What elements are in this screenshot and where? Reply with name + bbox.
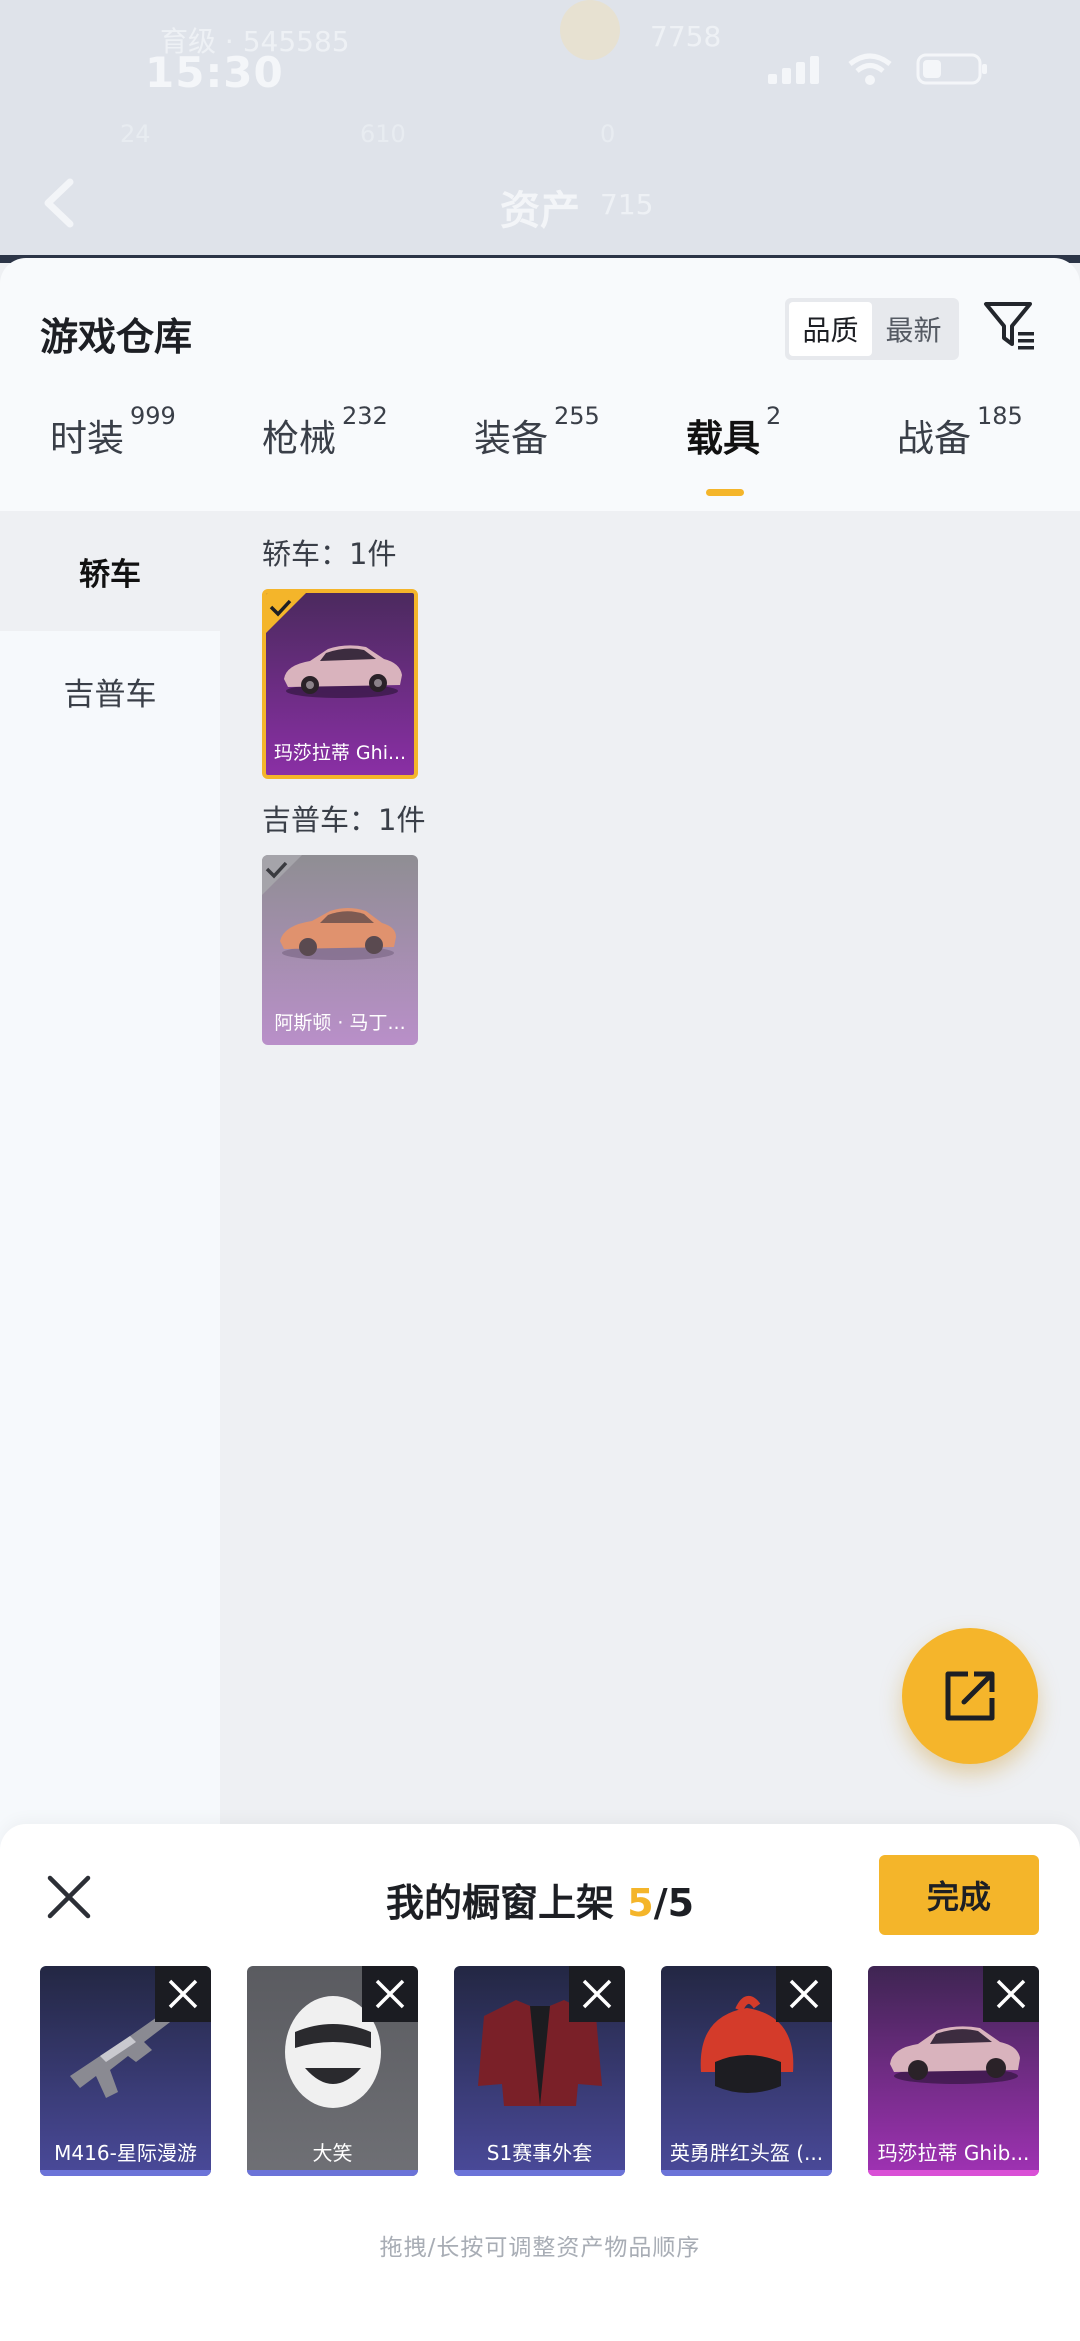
slot-name: M416-星际漫游: [54, 2141, 197, 2165]
rarity-bar: [40, 2170, 211, 2176]
reorder-hint: 拖拽/长按可调整资产物品顺序: [379, 2235, 701, 2261]
remove-slot-button[interactable]: [569, 1966, 625, 2022]
tab-label: 时装: [50, 417, 124, 460]
rarity-bar: [661, 2170, 832, 2176]
close-icon: [582, 1979, 612, 2009]
showcase-slot[interactable]: S1赛事外套: [454, 1966, 625, 2176]
tab-outfit[interactable]: 时装999: [50, 402, 176, 462]
tab-label: 枪械: [262, 417, 336, 460]
tab-equipment[interactable]: 装备255: [474, 402, 600, 462]
bg-stat: 0: [600, 120, 616, 148]
group-label-jeep: 吉普车：1件: [262, 803, 426, 837]
card-name: 阿斯顿 · 马丁...: [274, 1012, 406, 1034]
rarity-bar: [868, 2170, 1039, 2176]
sort-newest-option[interactable]: 最新: [872, 302, 955, 356]
tab-count: 2: [766, 402, 782, 430]
showcase-slot[interactable]: 大笑: [247, 1966, 418, 2176]
category-tabs: 时装999 枪械232 装备255 载具2 战备185: [0, 398, 1080, 488]
car-icon: [280, 908, 396, 960]
close-icon: [168, 1979, 198, 2009]
remove-slot-button[interactable]: [362, 1966, 418, 2022]
bg-stat: 610: [360, 120, 406, 148]
signal-icon: [768, 56, 819, 84]
active-tab-indicator: [706, 489, 744, 496]
showcase-slot[interactable]: 玛莎拉蒂 Ghib...: [868, 1966, 1039, 2176]
wifi-icon: [848, 53, 892, 85]
back-arrow-icon[interactable]: [40, 178, 80, 228]
sidebar-item-sedan[interactable]: 轿车: [0, 511, 220, 631]
remove-slot-button[interactable]: [983, 1966, 1039, 2022]
showcase-slots: M416-星际漫游 大笑 S1赛事外套 英勇胖红头盔 (... 玛莎拉蒂 Ghi…: [0, 1966, 1080, 2176]
rarity-bar: [454, 2170, 625, 2176]
status-time: 15:30: [145, 48, 284, 97]
card-name: 玛莎拉蒂 Ghi...: [273, 742, 407, 764]
slot-name: 玛莎拉蒂 Ghib...: [877, 2141, 1030, 2165]
showcase-slot[interactable]: M416-星际漫游: [40, 1966, 211, 2176]
slot-name: 英勇胖红头盔 (...: [669, 2141, 824, 2165]
status-top-right: 7758: [650, 20, 722, 53]
background-app-header: 育级 · 545585 7758 15:30 24 610 0 资产 715: [0, 0, 1080, 262]
slot-name: 大笑: [312, 2141, 353, 2165]
showcase-title-text: 我的橱窗上架: [385, 1881, 614, 1925]
done-button[interactable]: 完成: [879, 1855, 1039, 1935]
vehicle-card[interactable]: 玛莎拉蒂 Ghi...: [262, 589, 418, 779]
tab-vehicles[interactable]: 载具2: [686, 402, 781, 462]
showcase-slot[interactable]: 英勇胖红头盔 (...: [661, 1966, 832, 2176]
tab-combat-gear[interactable]: 战备185: [897, 402, 1023, 462]
tab-weapons[interactable]: 枪械232: [262, 402, 388, 462]
battery-icon: [916, 53, 987, 85]
remove-slot-button[interactable]: [776, 1966, 832, 2022]
slot-name: S1赛事外套: [486, 2141, 593, 2165]
vehicle-card[interactable]: 阿斯顿 · 马丁...: [262, 855, 418, 1045]
remove-slot-button[interactable]: [155, 1966, 211, 2022]
share-external-icon: [945, 1671, 995, 1721]
status-icons: [768, 52, 990, 86]
showcase-count-total: /5: [653, 1881, 695, 1925]
rarity-bar: [247, 2170, 418, 2176]
bg-stat: 24: [120, 120, 151, 148]
tab-label: 装备: [474, 417, 548, 460]
close-icon: [996, 1979, 1026, 2009]
tab-count: 185: [977, 402, 1023, 430]
bg-page-title: 资产: [500, 188, 580, 234]
tab-label: 战备: [897, 417, 971, 460]
close-icon: [375, 1979, 405, 2009]
sidebar-item-jeep[interactable]: 吉普车: [0, 631, 220, 751]
sheet-title: 游戏仓库: [40, 315, 193, 359]
filter-icon[interactable]: [982, 298, 1038, 354]
tab-count: 232: [342, 402, 388, 430]
avatar-blur: [560, 0, 620, 60]
sort-quality-option[interactable]: 品质: [789, 302, 872, 356]
close-icon: [789, 1979, 819, 2009]
group-label-sedan: 轿车：1件: [262, 537, 397, 571]
car-icon: [284, 645, 402, 698]
sort-toggle: 品质 最新: [785, 298, 959, 360]
tab-count: 999: [130, 402, 176, 430]
showcase-count-current: 5: [627, 1881, 654, 1925]
showcase-panel: 我的橱窗上架 5/5 完成 M416-星际漫游 大笑 S1赛事外套 英勇胖红头盔…: [0, 1824, 1080, 2341]
tab-count: 255: [554, 402, 600, 430]
share-fab[interactable]: [902, 1628, 1038, 1764]
tab-label: 载具: [686, 417, 760, 460]
bg-page-title-suffix: 715: [600, 188, 654, 221]
